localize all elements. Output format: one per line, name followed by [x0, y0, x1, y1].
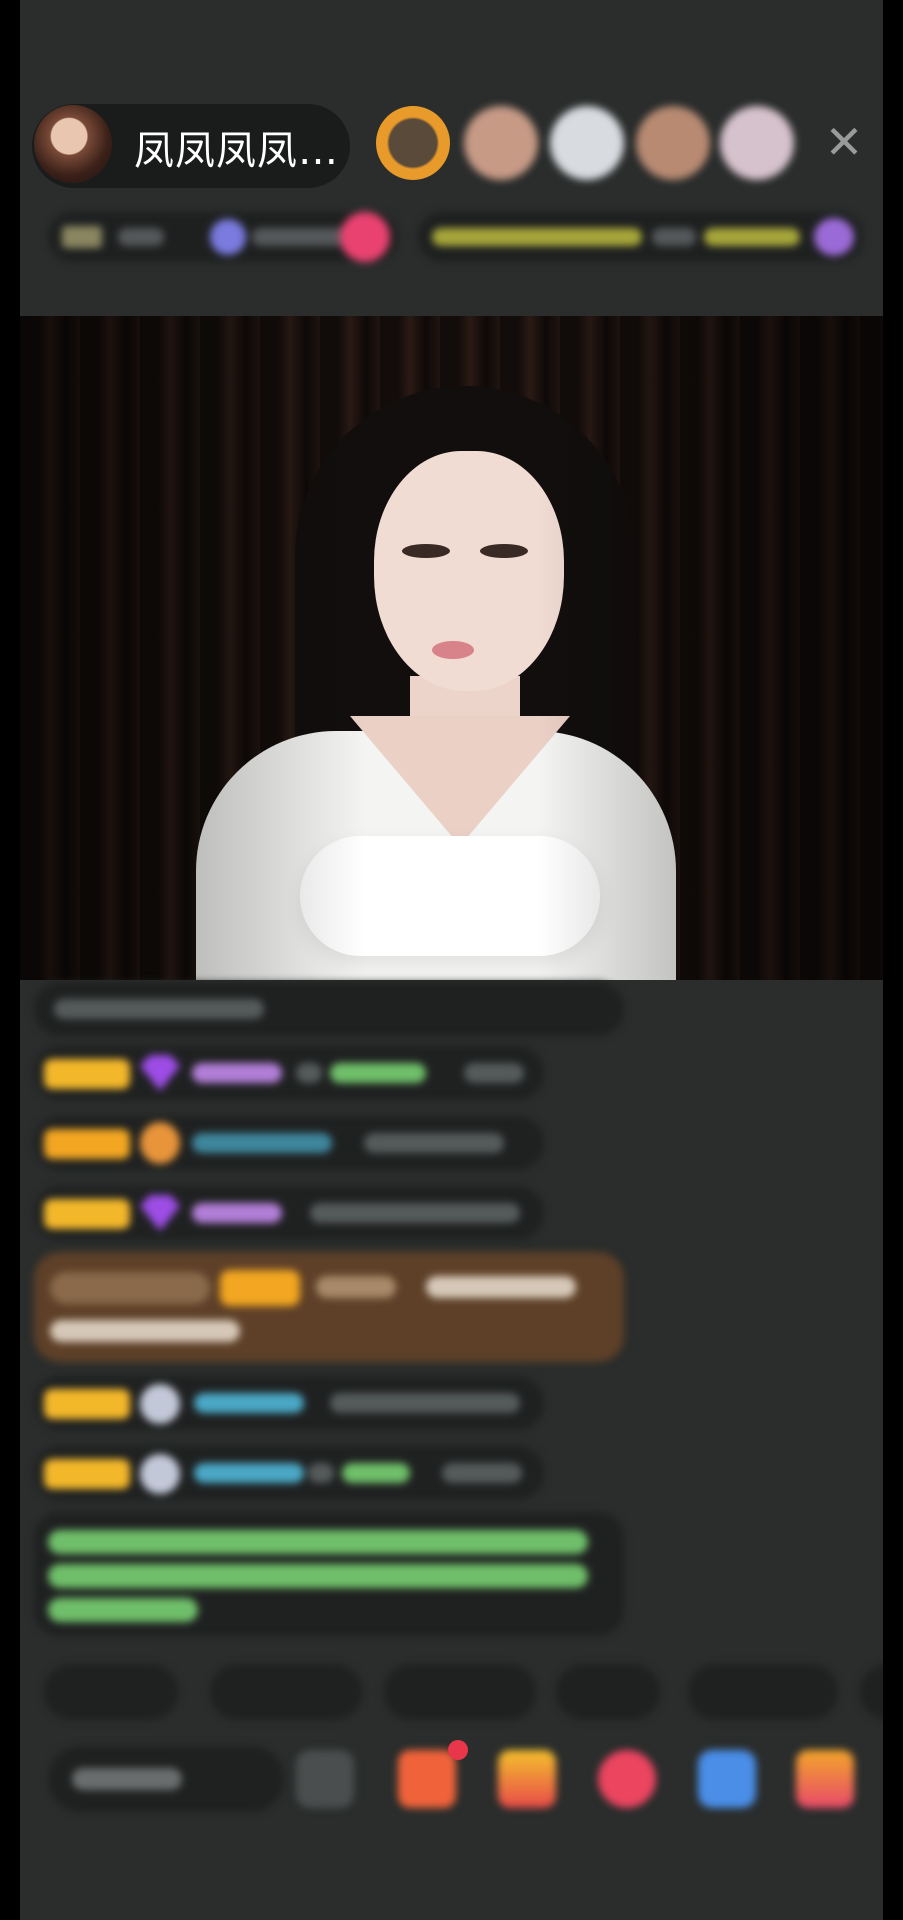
level-badge — [44, 1199, 130, 1229]
game-icon[interactable] — [698, 1750, 756, 1808]
top-viewer-avatar[interactable] — [550, 106, 624, 180]
close-icon[interactable]: ✕ — [820, 118, 868, 166]
host-avatar[interactable] — [34, 105, 112, 183]
gem-icon — [140, 1195, 180, 1231]
chat-message[interactable] — [34, 1046, 544, 1100]
more-icon[interactable] — [796, 1750, 854, 1808]
chat-username — [194, 1463, 304, 1483]
level-badge — [44, 1129, 130, 1159]
gem-icon — [140, 1055, 180, 1091]
chat-message[interactable] — [34, 1446, 544, 1500]
top-viewer-avatar[interactable] — [464, 106, 538, 180]
chat-text — [308, 1463, 334, 1483]
host-name[interactable]: 凤凤凤凤… — [134, 118, 339, 176]
chat-text — [310, 1203, 520, 1223]
live-stream-screen: 凤凤凤凤… ✕ — [20, 0, 883, 1920]
quick-reply[interactable] — [210, 1664, 362, 1720]
live-video[interactable] — [20, 316, 883, 980]
notification-badge — [448, 1740, 468, 1760]
chat-text — [54, 999, 264, 1019]
quick-reply[interactable] — [384, 1664, 536, 1720]
chat-text — [330, 1393, 520, 1413]
gift-icon[interactable] — [398, 1750, 456, 1808]
level-badge — [44, 1459, 130, 1489]
level-badge — [44, 1389, 130, 1419]
comment-input[interactable] — [48, 1746, 284, 1812]
rank-chip[interactable] — [418, 212, 863, 262]
stream-info-bar — [48, 212, 863, 262]
emoji-icon[interactable] — [296, 1750, 354, 1808]
quick-reply[interactable] — [556, 1664, 660, 1720]
chat-message[interactable] — [34, 982, 624, 1036]
quick-reply[interactable] — [44, 1664, 178, 1720]
top-viewer-avatar[interactable] — [376, 106, 450, 180]
chat-message[interactable] — [34, 1376, 544, 1430]
chat-text — [296, 1063, 322, 1083]
reward-icon[interactable] — [498, 1750, 556, 1808]
avatar-icon — [140, 1454, 180, 1494]
level-badge — [44, 1059, 130, 1089]
like-icon[interactable] — [598, 1750, 656, 1808]
chat-text — [364, 1133, 504, 1153]
quick-reply[interactable] — [688, 1664, 838, 1720]
chat-username — [192, 1063, 282, 1083]
chat-username — [194, 1393, 304, 1413]
top-viewer-avatar[interactable] — [720, 106, 794, 180]
chat-username — [192, 1133, 332, 1153]
video-vignette — [20, 316, 883, 980]
quick-reply[interactable] — [860, 1664, 883, 1720]
chat-target-name — [330, 1063, 426, 1083]
chat-message[interactable] — [34, 1116, 544, 1170]
chat-target-name — [342, 1463, 410, 1483]
gift-message[interactable] — [34, 1252, 624, 1362]
system-notice — [34, 1512, 624, 1636]
chat-text — [464, 1063, 524, 1083]
top-viewer-avatar[interactable] — [636, 106, 710, 180]
torch-icon — [140, 1122, 180, 1164]
chat-username — [192, 1203, 282, 1223]
avatar-icon — [140, 1384, 180, 1424]
chat-text — [442, 1463, 522, 1483]
chat-message[interactable] — [34, 1186, 544, 1240]
level-chip[interactable] — [48, 212, 398, 262]
